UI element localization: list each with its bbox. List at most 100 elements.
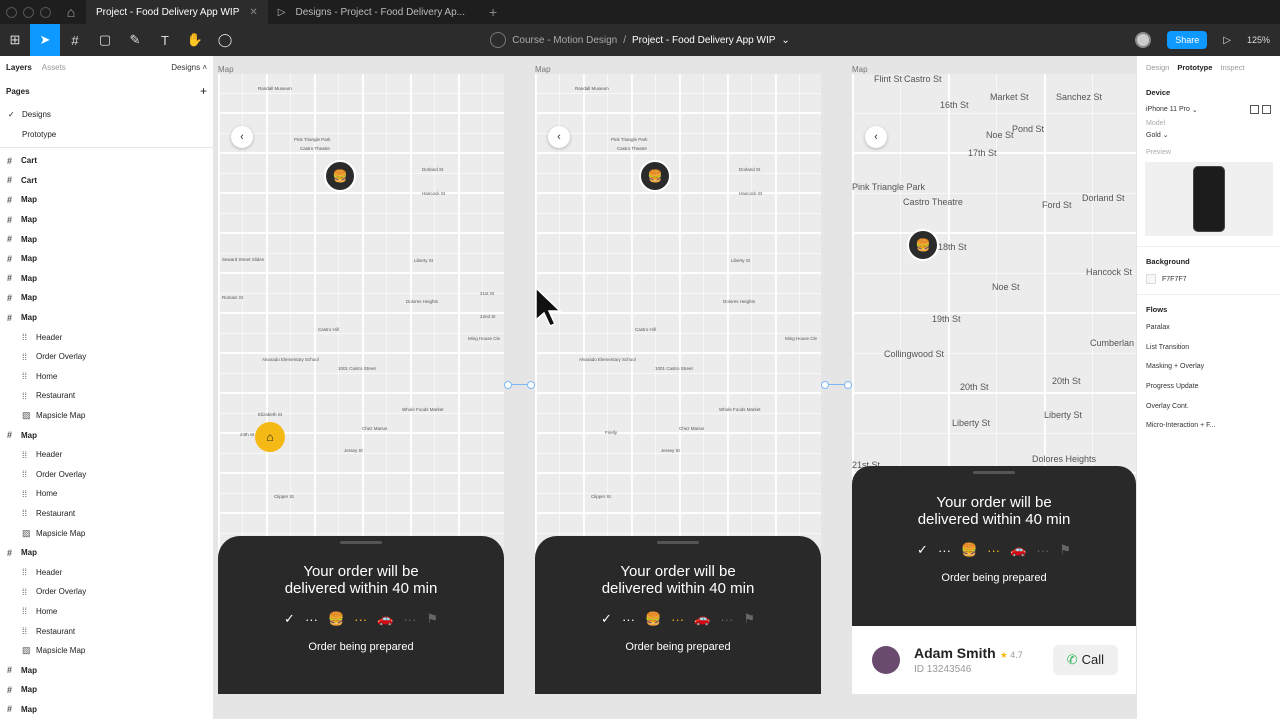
tab-inspect[interactable]: Inspect [1220,63,1244,72]
restaurant-pin-icon[interactable]: 🍔 [907,229,939,261]
layer-child[interactable]: ⁞⁞ Home [0,602,213,622]
chevron-down-icon[interactable]: ⌄ [781,35,789,46]
share-button[interactable]: Share [1167,31,1208,49]
layer-label: Cart [21,156,38,166]
close-window-button[interactable] [6,6,17,18]
flow-item[interactable]: Paralax [1137,318,1280,338]
back-button[interactable]: ‹ [548,126,570,148]
layer-child[interactable]: ▨ Mapsicle Map [0,641,213,661]
layer-child[interactable]: ⁞⁞ Restaurant [0,504,213,524]
layer-child[interactable]: ⁞⁞ Header [0,562,213,582]
portrait-icon[interactable] [1250,105,1259,114]
layer-child[interactable]: ⁞⁞ Restaurant [0,621,213,641]
color-swatch[interactable] [1146,274,1156,284]
layer-frame[interactable]: # Map [0,700,213,719]
canvas[interactable]: Map Map Map Randall Museum Pink Triangle… [214,56,1136,719]
layer-frame[interactable]: # Map [0,308,213,328]
flow-item[interactable]: Progress Update [1137,377,1280,397]
layer-child[interactable]: ⁞⁞ Restaurant [0,386,213,406]
page-prototype[interactable]: Prototype [0,124,213,144]
flow-item[interactable]: Masking + Overlay [1137,357,1280,377]
zoom-dropdown[interactable]: 125% [1247,35,1270,45]
landscape-icon[interactable] [1262,105,1271,114]
layer-child[interactable]: ⁞⁞ Header [0,445,213,465]
layer-child[interactable]: ▨ Mapsicle Map [0,406,213,426]
flow-item[interactable]: Micro-Interaction + F... [1137,416,1280,436]
layer-child[interactable]: ⁞⁞ Home [0,367,213,387]
frame-icon: # [7,155,13,166]
layer-frame[interactable]: # Map [0,660,213,680]
tab-project[interactable]: Project - Food Delivery App WIP ✕ [86,0,268,24]
drag-handle[interactable] [973,471,1015,474]
frame-label[interactable]: Map [218,65,234,74]
map-frame-3[interactable]: Flint St Castro St 16th St Market St Noe… [852,74,1136,694]
main-menu-icon[interactable]: ⊞ [0,24,30,56]
flow-item[interactable]: List Transition [1137,338,1280,358]
layer-child[interactable]: ▨ Mapsicle Map [0,523,213,543]
layer-frame[interactable]: # Cart [0,171,213,191]
breadcrumb-parent[interactable]: Course - Motion Design [512,35,617,46]
frame-label[interactable]: Map [852,65,868,74]
drag-handle[interactable] [340,541,382,544]
drag-handle[interactable] [657,541,699,544]
tab-layers[interactable]: Layers [6,63,32,72]
layer-child[interactable]: ⁞⁞ Order Overlay [0,465,213,485]
layer-frame[interactable]: # Map [0,425,213,445]
page-dropdown[interactable]: Designs ˄ [171,63,207,72]
hand-tool-icon[interactable]: ✋ [180,24,210,56]
layer-frame[interactable]: # Map [0,543,213,563]
back-button[interactable]: ‹ [231,126,253,148]
breadcrumb-current[interactable]: Project - Food Delivery App WIP [632,35,775,46]
background-color-field[interactable]: F7F7F7 [1146,274,1271,284]
map-frame-1[interactable]: Randall Museum Pink Triangle Park Castro… [218,74,504,694]
frame-label[interactable]: Map [535,65,551,74]
order-overlay[interactable]: Your order will be delivered within 40 mi… [852,466,1136,626]
add-page-icon[interactable]: + [200,84,207,98]
tab-prototype[interactable]: Prototype [1177,63,1212,72]
restaurant-pin-icon[interactable]: 🍔 [639,160,671,192]
maximize-window-button[interactable] [40,6,51,18]
burger-icon: 🍔 [960,542,978,557]
call-button[interactable]: ✆ Call [1052,645,1118,675]
layer-child[interactable]: ⁞⁞ Home [0,484,213,504]
layer-child[interactable]: ⁞⁞ Order Overlay [0,582,213,602]
layer-frame[interactable]: # Map [0,190,213,210]
layer-child[interactable]: ⁞⁞ Header [0,327,213,347]
prototype-connection[interactable] [821,381,852,389]
order-overlay[interactable]: Your order will be delivered within 40 mi… [535,536,821,694]
layer-frame[interactable]: # Map [0,210,213,230]
flow-item[interactable]: Overlay Cont. [1137,396,1280,416]
new-tab-icon[interactable]: + [489,4,497,20]
user-avatar[interactable] [1135,32,1152,48]
layer-label: Map [21,254,37,264]
close-tab-icon[interactable]: ✕ [249,7,257,18]
device-select[interactable]: iPhone 11 Pro ⌄ [1146,105,1271,114]
back-button[interactable]: ‹ [865,126,887,148]
move-tool-icon[interactable]: ➤ [30,24,60,56]
layer-frame[interactable]: # Map [0,288,213,308]
home-icon[interactable]: ⌂ [56,0,86,24]
pen-tool-icon[interactable]: ✎ [120,24,150,56]
minimize-window-button[interactable] [23,6,34,18]
layer-frame[interactable]: # Map [0,680,213,700]
layer-frame[interactable]: # Map [0,269,213,289]
page-designs[interactable]: ✓ Designs [0,104,213,124]
layer-child[interactable]: ⁞⁞ Order Overlay [0,347,213,367]
layer-frame[interactable]: # Cart [0,151,213,171]
restaurant-pin-icon[interactable]: 🍔 [324,160,356,192]
home-pin-icon[interactable]: ⌂ [255,422,285,452]
map-frame-2[interactable]: Randall Museum Pink Triangle Park Castro… [535,74,821,694]
tab-designs-prototype[interactable]: ▷ Designs - Project - Food Delivery Ap..… [268,0,475,24]
present-play-icon[interactable]: ▷ [1223,35,1231,46]
layer-frame[interactable]: # Map [0,249,213,269]
frame-tool-icon[interactable]: # [60,24,90,56]
model-select[interactable]: Gold ⌄ [1146,131,1271,140]
prototype-connection[interactable] [504,381,535,389]
layer-frame[interactable]: # Map [0,229,213,249]
shape-tool-icon[interactable]: ▢ [90,24,120,56]
comment-tool-icon[interactable]: ◯ [210,24,240,56]
tab-design[interactable]: Design [1146,63,1169,72]
tab-assets[interactable]: Assets [42,63,66,72]
order-overlay[interactable]: Your order will be delivered within 40 mi… [218,536,504,694]
text-tool-icon[interactable]: T [150,24,180,56]
